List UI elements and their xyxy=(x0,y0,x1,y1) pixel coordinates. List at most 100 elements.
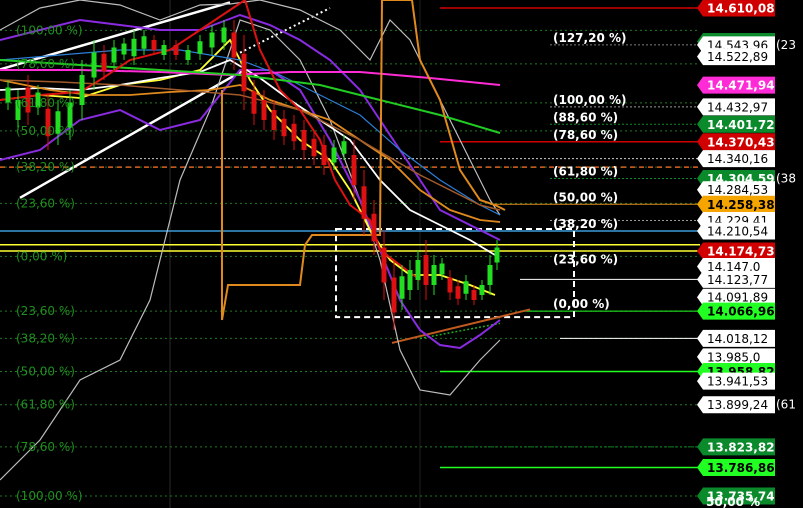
price-tag-label: 14.401,72 xyxy=(707,118,775,132)
candle-body xyxy=(341,141,347,154)
price-tag-label: 13.985,0 xyxy=(707,350,760,364)
price-tag-label: 14.610,08 xyxy=(707,2,775,16)
price-tag-label: 14.340,16 xyxy=(707,152,768,166)
price-tag-label: 14.018,12 xyxy=(707,332,768,346)
candle-body xyxy=(399,276,405,299)
price-tag-label: 14.522,89 xyxy=(707,50,768,64)
fib-right-label: (88,60 %) xyxy=(553,110,618,124)
candle-body xyxy=(291,123,297,142)
fib-left-label: (100,00 %) xyxy=(16,23,83,37)
price-tag: 14.432,97 xyxy=(697,98,775,116)
candle-body xyxy=(479,285,485,295)
fib-right-label: (0,00 %) xyxy=(553,297,610,311)
price-tag: 14.210,54 xyxy=(697,222,775,240)
candle-body xyxy=(455,286,461,299)
fib-left-label: (78,60 %) xyxy=(16,440,75,454)
price-axis: 14.610,0814.550,0014.543,9614.522,8914.4… xyxy=(697,0,796,508)
price-tag-label: 14.210,54 xyxy=(707,224,768,238)
price-tag: 13.941,53 xyxy=(697,372,775,390)
candle-body xyxy=(131,38,137,57)
candle-body xyxy=(185,50,191,60)
fib-left-labels: (100,00 %) (78,60 %) (61,80 %) (50,00 %) (38… xyxy=(16,23,83,503)
candle-body xyxy=(111,47,117,63)
price-tag: 14.174,73 xyxy=(697,242,775,260)
candle-body xyxy=(79,75,85,105)
candle-body xyxy=(241,53,247,92)
price-tag-label: 13.941,53 xyxy=(707,375,768,389)
fib-left-label: (78,60 %) xyxy=(16,57,75,71)
candle-body xyxy=(101,53,107,72)
price-tag: 13.786,86 xyxy=(697,458,775,476)
bottom-axis-label: 50,00 % xyxy=(706,495,760,508)
candle-body xyxy=(231,32,237,58)
price-tag: 14.370,43 xyxy=(697,133,775,151)
candle-body xyxy=(371,213,377,242)
price-tag-label: 14.091,89 xyxy=(707,291,768,305)
indicator-line xyxy=(0,79,501,211)
candle-body xyxy=(161,45,167,55)
price-tag-label: 13.899,24 xyxy=(707,398,768,412)
candle-body xyxy=(415,260,421,280)
candle-body xyxy=(391,277,397,313)
fib-left-label: (23,60 %) xyxy=(16,196,75,210)
price-tag-extra: (38 xyxy=(776,172,796,186)
price-tag-label: 14.284,53 xyxy=(707,183,768,197)
price-tag-extra: (61 xyxy=(776,398,796,412)
price-tag-label: 14.123,77 xyxy=(707,273,768,287)
price-tag-label: 14.066,96 xyxy=(707,305,775,319)
fib-right-label: (100,00 %) xyxy=(553,93,626,107)
indicator-line xyxy=(0,79,501,223)
candle-body xyxy=(173,45,179,55)
candle-body xyxy=(381,247,387,283)
fib-left-label: (38,20 %) xyxy=(16,331,75,345)
price-tag-extra: (23 xyxy=(776,38,796,52)
fib-right-label: (38,20 %) xyxy=(553,217,618,231)
fib-right-label: (23,60 %) xyxy=(553,252,618,266)
candle-body xyxy=(321,145,327,165)
fib-left-label: (61,80 %) xyxy=(16,96,75,110)
candle-body xyxy=(209,32,215,48)
price-tag-label: 14.471,94 xyxy=(707,79,775,93)
fib-left-label: (50,00 %) xyxy=(16,364,75,378)
candle-body xyxy=(351,155,357,185)
price-tag: 14.018,12 xyxy=(697,329,775,347)
candle-body xyxy=(281,118,287,137)
fib-right-label: (61,80 %) xyxy=(553,165,618,179)
fib-right-label: (78,60 %) xyxy=(553,128,618,142)
price-tag: 14.284,53 xyxy=(697,181,775,199)
price-tag-label: 13.823,82 xyxy=(707,440,775,454)
price-tag-label: 14.370,43 xyxy=(707,135,775,149)
fib-left-label: (61,80 %) xyxy=(16,398,75,412)
price-tag: 14.258,38 xyxy=(697,195,775,213)
fib-left-label: (100,00 %) xyxy=(16,489,83,503)
fib-right-label: (50,00 %) xyxy=(553,190,618,204)
candle-body xyxy=(423,255,429,285)
price-tag: 14.522,89 xyxy=(697,48,775,66)
price-tag-label: 14.258,38 xyxy=(707,198,775,212)
price-chart[interactable]: (100,00 %) (78,60 %) (61,80 %) (50,00 %) (38… xyxy=(0,0,803,508)
candle-body xyxy=(261,100,267,120)
price-tag: 14.610,08 xyxy=(697,0,775,17)
candle-body xyxy=(221,27,227,43)
candle-body xyxy=(197,41,203,54)
candle-body xyxy=(471,290,477,300)
candle-body xyxy=(463,281,469,294)
price-tag-label: 14.432,97 xyxy=(707,100,768,114)
candle-body xyxy=(447,277,453,293)
fib-left-label: (50,00 %) xyxy=(16,124,75,138)
price-tag: 13.823,82 xyxy=(697,438,775,456)
price-tag: 14.340,16 xyxy=(697,150,775,168)
price-tag: 14.066,96 xyxy=(697,302,775,320)
selection-box xyxy=(335,227,575,319)
fib-left-label: (38,20 %) xyxy=(16,160,75,174)
candle-body xyxy=(91,52,97,78)
candle-body xyxy=(407,270,413,290)
candle-body xyxy=(301,130,307,150)
candle-body xyxy=(271,110,277,130)
price-tag: 14.123,77 xyxy=(697,270,775,288)
price-tag: 14.401,72 xyxy=(697,115,775,133)
price-tag: 13.899,24 xyxy=(697,396,775,414)
candle-body xyxy=(141,36,147,49)
fib-right-label: (127,20 %) xyxy=(553,31,626,45)
candle-body xyxy=(431,265,437,285)
